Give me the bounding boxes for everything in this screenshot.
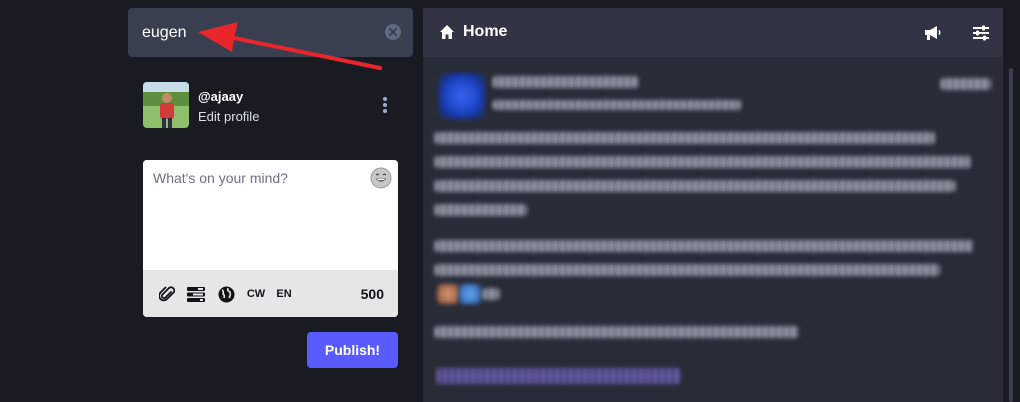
paperclip-icon[interactable] — [158, 284, 176, 304]
redacted-text-line — [483, 288, 499, 300]
redacted-timestamp — [941, 78, 991, 90]
redacted-display-name — [493, 76, 638, 88]
compose-textarea[interactable] — [143, 160, 398, 270]
cw-label: CW — [246, 288, 266, 300]
avatar[interactable] — [143, 82, 189, 128]
redacted-text-line — [435, 264, 940, 276]
emoji-picker-icon[interactable] — [370, 167, 392, 189]
search-box — [128, 8, 413, 57]
redacted-emoji — [437, 284, 459, 304]
sliders-icon[interactable] — [971, 23, 991, 43]
redacted-text-line — [435, 156, 971, 168]
ellipsis-vertical-icon[interactable] — [380, 96, 390, 114]
mastodon-web-ui: @ajaay Edit profile — [0, 0, 1020, 402]
redacted-text-line — [435, 326, 799, 338]
language-label: EN — [276, 288, 292, 300]
content-warning-button[interactable]: CW — [244, 284, 268, 304]
account-handle[interactable]: @ajaay — [198, 89, 243, 104]
redacted-account-handle — [493, 100, 741, 110]
home-title[interactable]: Home — [463, 23, 507, 41]
scrollbar[interactable] — [1009, 68, 1013, 402]
home-column-header: Home — [423, 8, 1003, 57]
home-icon — [439, 24, 455, 40]
bullhorn-icon[interactable] — [922, 23, 942, 43]
home-column: Home — [423, 8, 1013, 402]
globe-icon[interactable] — [216, 284, 236, 304]
clear-search-icon[interactable] — [385, 24, 401, 40]
language-button[interactable]: EN — [274, 284, 294, 304]
redacted-status-avatar — [439, 73, 485, 119]
character-counter: 500 — [360, 286, 384, 302]
redacted-text-line — [435, 180, 955, 192]
search-input[interactable] — [128, 8, 413, 57]
poll-icon[interactable] — [186, 284, 206, 304]
account-panel: @ajaay Edit profile — [143, 82, 398, 130]
edit-profile-link[interactable]: Edit profile — [198, 109, 259, 124]
compose-toolbar: CW EN 500 — [143, 270, 398, 317]
redacted-text-line — [435, 240, 973, 252]
redacted-text-line — [435, 204, 527, 216]
compose-form: CW EN 500 — [143, 160, 398, 317]
redacted-link — [437, 368, 681, 384]
redacted-text-line — [435, 132, 935, 144]
redacted-emoji — [459, 284, 481, 304]
publish-button[interactable]: Publish! — [307, 332, 398, 368]
